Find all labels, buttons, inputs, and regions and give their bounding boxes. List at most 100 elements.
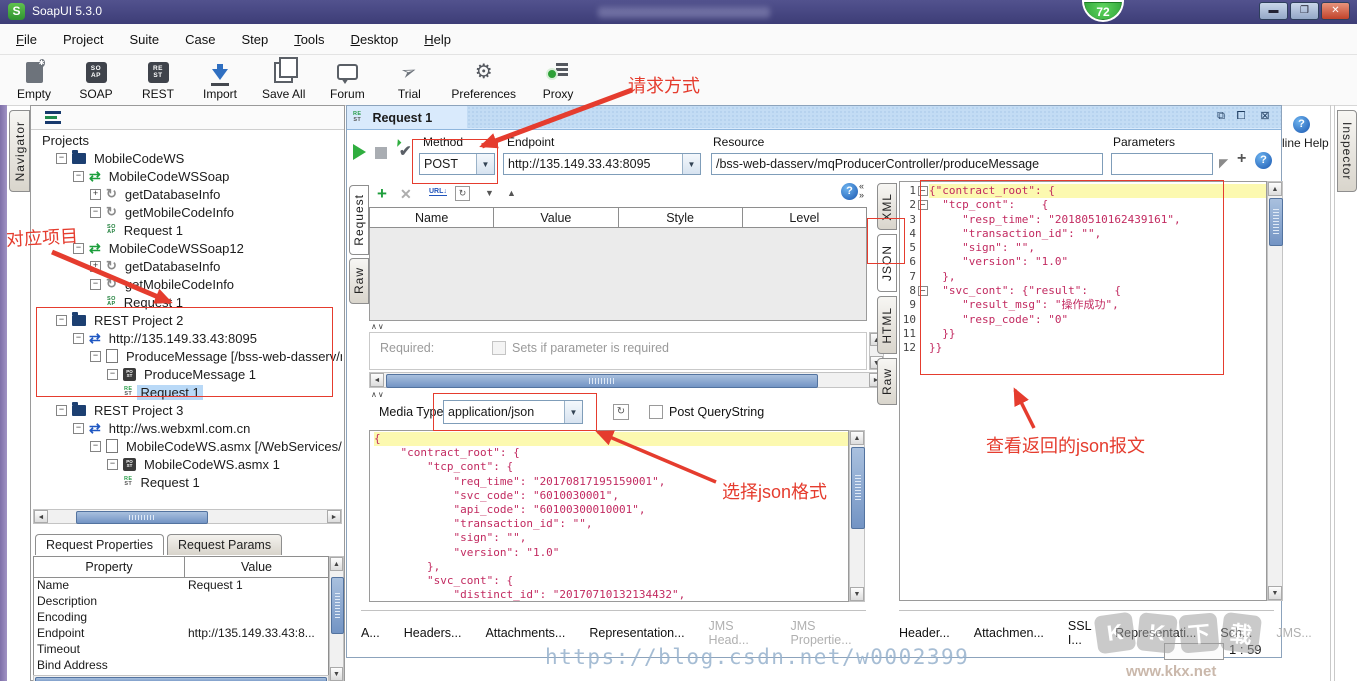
scroll-thumb[interactable] <box>1269 198 1283 246</box>
tab-request-params[interactable]: Request Params <box>167 534 282 555</box>
tree-item[interactable]: −REST Project 2 <box>33 311 342 329</box>
tree-item[interactable]: −POSTProduceMessage 1 <box>33 365 342 383</box>
scroll-thumb[interactable] <box>331 577 344 634</box>
restore-down-icon[interactable]: ⧉ <box>1213 109 1229 124</box>
move-up-icon[interactable]: ▲ <box>507 188 516 198</box>
editor-h-scrollbar[interactable]: ◄ ► <box>369 372 884 388</box>
menu-item-tools[interactable]: Tools <box>294 32 324 47</box>
empty-button[interactable]: Empty <box>14 55 54 101</box>
fold-icon[interactable]: − <box>916 284 929 298</box>
chevron-down-icon[interactable]: ▼ <box>564 401 582 423</box>
menu-item-desktop[interactable]: Desktop <box>351 32 399 47</box>
tree-toggle-icon[interactable]: − <box>73 171 84 182</box>
rest-button[interactable]: RESTREST <box>138 55 178 101</box>
tree-item[interactable]: +↻getDatabaseInfo <box>33 257 342 275</box>
scroll-up-icon[interactable]: ▲ <box>330 557 343 571</box>
tree-toggle-icon[interactable]: + <box>90 261 101 272</box>
tree-item[interactable]: −⇄MobileCodeWSSoap <box>33 167 342 185</box>
tree-item[interactable]: −ProduceMessage [/bss-web-dasserv/m <box>33 347 342 365</box>
refresh-icon[interactable]: ↻ <box>455 186 470 201</box>
collapse-divider-icon[interactable]: «» <box>859 182 864 200</box>
tree-toggle-icon[interactable]: − <box>107 459 118 470</box>
tree-item[interactable]: SOAPRequest 1 <box>33 293 342 311</box>
fold-icon[interactable]: − <box>916 198 929 212</box>
tree-toggle-icon[interactable]: − <box>107 369 118 380</box>
scroll-up-icon[interactable]: ▲ <box>1268 182 1282 196</box>
add-param-icon[interactable]: + <box>377 184 387 204</box>
minimize-button[interactable]: ▬ <box>1259 2 1288 20</box>
save-all-button[interactable]: Save All <box>262 55 305 101</box>
scroll-thumb[interactable] <box>35 677 327 681</box>
property-row[interactable]: Encoding <box>34 610 328 626</box>
tree-toggle-icon[interactable]: − <box>56 315 67 326</box>
tree-item[interactable]: −↻getMobileCodeInfo <box>33 203 342 221</box>
tab-attachments[interactable]: Attachments... <box>485 626 565 640</box>
scroll-down-icon[interactable]: ▼ <box>1268 586 1282 600</box>
help-icon[interactable]: ? <box>1255 152 1272 169</box>
property-row[interactable]: Endpointhttp://135.149.33.43:8... <box>34 626 328 642</box>
tree-item[interactable]: SOAPRequest 1 <box>33 221 342 239</box>
recreate-icon[interactable]: ↻ <box>613 404 629 420</box>
response-v-scrollbar[interactable]: ▲ ▼ <box>1267 181 1283 601</box>
endpoint-select[interactable]: http://135.149.33.43:8095▼ <box>503 153 701 175</box>
tab-raw[interactable]: Raw <box>349 258 369 304</box>
tree-item[interactable]: −⇄MobileCodeWSSoap12 <box>33 239 342 257</box>
tree-toggle-icon[interactable]: + <box>90 189 101 200</box>
properties-v-scrollbar[interactable]: ▲ ▼ <box>329 556 344 681</box>
menu-item-help[interactable]: Help <box>424 32 451 47</box>
property-row[interactable]: Description <box>34 594 328 610</box>
scroll-down-icon[interactable]: ▼ <box>850 587 864 601</box>
sort-icon[interactable] <box>45 111 61 124</box>
preferences-button[interactable]: ⚙Preferences <box>451 55 516 101</box>
body-v-scrollbar[interactable]: ▲ ▼ <box>849 430 865 602</box>
close-window-icon[interactable]: ⊠ <box>1257 109 1273 124</box>
tab-a[interactable]: A... <box>361 626 380 640</box>
navigator-tab[interactable]: Navigator <box>9 110 30 192</box>
add-parameter-icon[interactable]: + <box>1237 150 1246 168</box>
menu-item-file[interactable]: File <box>16 32 37 47</box>
forum-button[interactable]: Forum <box>327 55 367 101</box>
tree-item[interactable]: Projects <box>33 131 342 149</box>
splitter-updown-icon[interactable]: ∧∨ <box>371 390 385 399</box>
property-row[interactable]: Bind Address <box>34 658 328 674</box>
properties-h-scrollbar[interactable] <box>33 675 329 681</box>
scroll-left-icon[interactable]: ◄ <box>370 373 384 387</box>
tab-headers[interactable]: Headers... <box>404 626 462 640</box>
tree-item[interactable]: −MobileCodeWS <box>33 149 342 167</box>
property-row[interactable]: NameRequest 1 <box>34 578 328 594</box>
tree-item[interactable]: −↻getMobileCodeInfo <box>33 275 342 293</box>
filter-icon[interactable]: ◤ <box>1219 156 1228 170</box>
request-window-titlebar[interactable]: REST Request 1 ⧉ ⧠ ⊠ <box>347 106 1281 130</box>
submit-request-button[interactable] <box>353 144 366 160</box>
menu-item-suite[interactable]: Suite <box>129 32 159 47</box>
scroll-up-icon[interactable]: ▲ <box>850 431 864 445</box>
tree-item[interactable]: +↻getDatabaseInfo <box>33 185 342 203</box>
tab-header[interactable]: Header... <box>899 626 950 640</box>
scroll-right-icon[interactable]: ► <box>327 510 341 523</box>
delete-param-icon[interactable]: ✕ <box>400 186 412 203</box>
menu-item-step[interactable]: Step <box>241 32 268 47</box>
tree-item[interactable]: −⇄http://135.149.33.43:8095 <box>33 329 342 347</box>
menu-item-case[interactable]: Case <box>185 32 215 47</box>
post-querystring-checkbox[interactable] <box>649 405 663 419</box>
help-icon[interactable]: ? <box>841 183 858 200</box>
tree-toggle-icon[interactable]: − <box>90 351 101 362</box>
scroll-thumb[interactable] <box>76 511 208 524</box>
splitter-updown-icon[interactable]: ∧∨ <box>371 322 385 331</box>
online-help-icon[interactable]: ? <box>1293 116 1310 133</box>
tree-h-scrollbar[interactable]: ◄ ► <box>33 509 342 524</box>
media-type-select[interactable]: application/json▼ <box>443 400 583 424</box>
method-select[interactable]: POST▼ <box>419 153 495 175</box>
scroll-left-icon[interactable]: ◄ <box>34 510 48 523</box>
chevron-down-icon[interactable]: ▼ <box>682 154 700 174</box>
proxy-button[interactable]: Proxy <box>538 55 578 101</box>
soap-button[interactable]: SOAPSOAP <box>76 55 116 101</box>
request-body-editor[interactable]: { "contract_root": { "tcp_cont": { "req_… <box>369 430 849 602</box>
tab-attachmen[interactable]: Attachmen... <box>974 626 1044 640</box>
tree-item[interactable]: RESTRequest 1 <box>33 473 342 491</box>
tree-toggle-icon[interactable]: − <box>90 441 101 452</box>
required-checkbox[interactable] <box>492 341 506 355</box>
tree-toggle-icon[interactable]: − <box>73 423 84 434</box>
tab-ssli[interactable]: SSL I... <box>1068 619 1091 647</box>
maximize-button[interactable]: ❐ <box>1290 2 1319 20</box>
